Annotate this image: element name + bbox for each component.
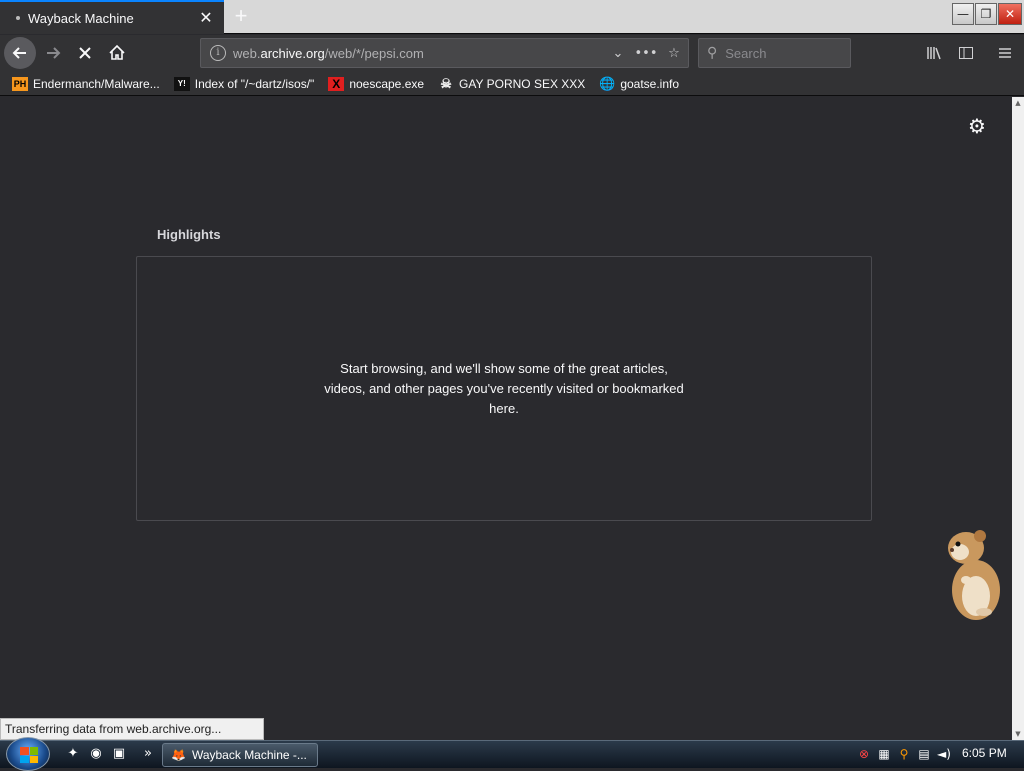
quicklaunch-ie-icon[interactable]: ◉ — [87, 745, 105, 763]
taskbar-window-label: Wayback Machine -... — [191, 748, 307, 762]
tab-wayback-machine[interactable]: Wayback Machine ✕ — [0, 0, 224, 34]
settings-gear-icon[interactable]: ⚙ — [966, 115, 988, 137]
stop-button[interactable] — [70, 38, 100, 68]
windows-logo-icon — [20, 747, 38, 763]
home-button[interactable] — [102, 38, 132, 68]
globe-favicon-icon: 🌐 — [599, 75, 616, 91]
scroll-up-icon[interactable]: ▲ — [1012, 97, 1024, 109]
system-tray: ⊗ ▦ ⚲ ▤ ◄) — [856, 745, 952, 763]
tab-strip: Wayback Machine ✕ + — ❐ ✕ — [0, 0, 1024, 34]
skull-favicon-icon: ☠ — [440, 75, 452, 91]
tray-app-icon[interactable]: ▦ — [876, 745, 892, 763]
url-text[interactable]: web.archive.org/web/*/pepsi.com — [233, 46, 604, 61]
volume-icon[interactable]: ◄) — [936, 745, 952, 763]
quicklaunch-explorer-icon[interactable]: ▣ — [110, 745, 128, 763]
tab-close-icon[interactable]: ✕ — [196, 8, 216, 28]
bookmark-item[interactable]: 🌐 goatse.info — [599, 75, 680, 91]
window-controls: — ❐ ✕ — [952, 3, 1022, 25]
os-taskbar: ✦ ◉ ▣ » 🦊 Wayback Machine -... ⊗ ▦ ⚲ ▤ ◄… — [0, 737, 1024, 771]
search-placeholder: Search — [725, 45, 767, 61]
bookmark-label: Index of "/~dartz/isos/" — [194, 76, 315, 91]
bookmarks-bar: PH Endermanch/Malware... Y! Index of "/~… — [0, 72, 1024, 96]
quicklaunch-desktop-icon[interactable]: ✦ — [64, 745, 82, 763]
bookmark-item[interactable]: ☠ GAY PORNO SEX XXX — [438, 75, 586, 91]
start-button[interactable] — [6, 737, 50, 771]
close-window-button[interactable]: ✕ — [998, 3, 1022, 25]
url-bar[interactable]: i web.archive.org/web/*/pepsi.com ⌄ ••• … — [200, 38, 689, 68]
taskbar-clock[interactable]: 6:05 PM — [962, 746, 1007, 760]
highlights-empty-message: Start browsing, and we'll show some of t… — [324, 360, 684, 416]
bookmark-star-icon[interactable]: ☆ — [660, 46, 688, 61]
app-icon: 🦊 — [171, 748, 186, 762]
bookmark-item[interactable]: PH Endermanch/Malware... — [12, 76, 160, 91]
new-tab-button[interactable]: + — [228, 4, 254, 30]
search-icon: ⚲ — [707, 45, 718, 61]
highlights-heading: Highlights — [157, 227, 221, 242]
highlights-panel: Start browsing, and we'll show some of t… — [136, 256, 872, 521]
status-bar: Transferring data from web.archive.org..… — [0, 718, 264, 740]
yp-favicon-icon: Y! — [173, 76, 190, 91]
search-tray-icon[interactable]: ⚲ — [896, 745, 912, 763]
vertical-scrollbar[interactable]: ▲ ▼ — [1012, 97, 1024, 740]
library-icon[interactable] — [922, 41, 946, 65]
tab-loading-icon — [16, 16, 20, 20]
forward-arrow-icon — [47, 47, 61, 59]
hamburger-menu-icon[interactable] — [993, 41, 1017, 65]
network-icon[interactable]: ▤ — [916, 745, 932, 763]
site-info-icon[interactable]: i — [210, 45, 226, 61]
tab-title: Wayback Machine — [28, 10, 134, 26]
security-alert-icon[interactable]: ⊗ — [856, 745, 872, 763]
scroll-down-icon[interactable]: ▼ — [1012, 728, 1024, 740]
pornhub-favicon-icon: PH — [12, 76, 28, 91]
page-actions-icon[interactable]: ••• — [632, 46, 660, 61]
x-favicon-icon: X — [328, 76, 345, 91]
forward-button[interactable] — [38, 38, 68, 68]
bookmark-item[interactable]: X noescape.exe — [328, 76, 425, 91]
taskbar-window-button[interactable]: 🦊 Wayback Machine -... — [162, 743, 318, 767]
bookmark-item[interactable]: Y! Index of "/~dartz/isos/" — [173, 76, 315, 91]
url-dropdown-icon[interactable]: ⌄ — [604, 46, 632, 61]
hamster-mascot-icon[interactable] — [944, 520, 1004, 620]
search-field[interactable]: ⚲ Search — [698, 38, 851, 68]
restore-button[interactable]: ❐ — [975, 3, 997, 25]
bookmark-label: goatse.info — [620, 76, 680, 91]
back-button[interactable] — [4, 37, 36, 69]
back-arrow-icon — [12, 47, 26, 59]
bookmark-label: noescape.exe — [349, 76, 425, 91]
nav-toolbar: i web.archive.org/web/*/pepsi.com ⌄ ••• … — [0, 35, 1024, 72]
home-icon — [109, 44, 125, 60]
page-content: ⚙ Highlights Start browsing, and we'll s… — [0, 97, 1012, 740]
minimize-button[interactable]: — — [952, 3, 974, 25]
stop-icon — [79, 47, 91, 59]
sidebar-toggle-icon[interactable] — [954, 41, 978, 65]
bookmark-label: GAY PORNO SEX XXX — [459, 76, 586, 91]
quicklaunch-overflow-icon[interactable]: » — [139, 745, 157, 763]
bookmark-label: Endermanch/Malware... — [33, 76, 160, 91]
